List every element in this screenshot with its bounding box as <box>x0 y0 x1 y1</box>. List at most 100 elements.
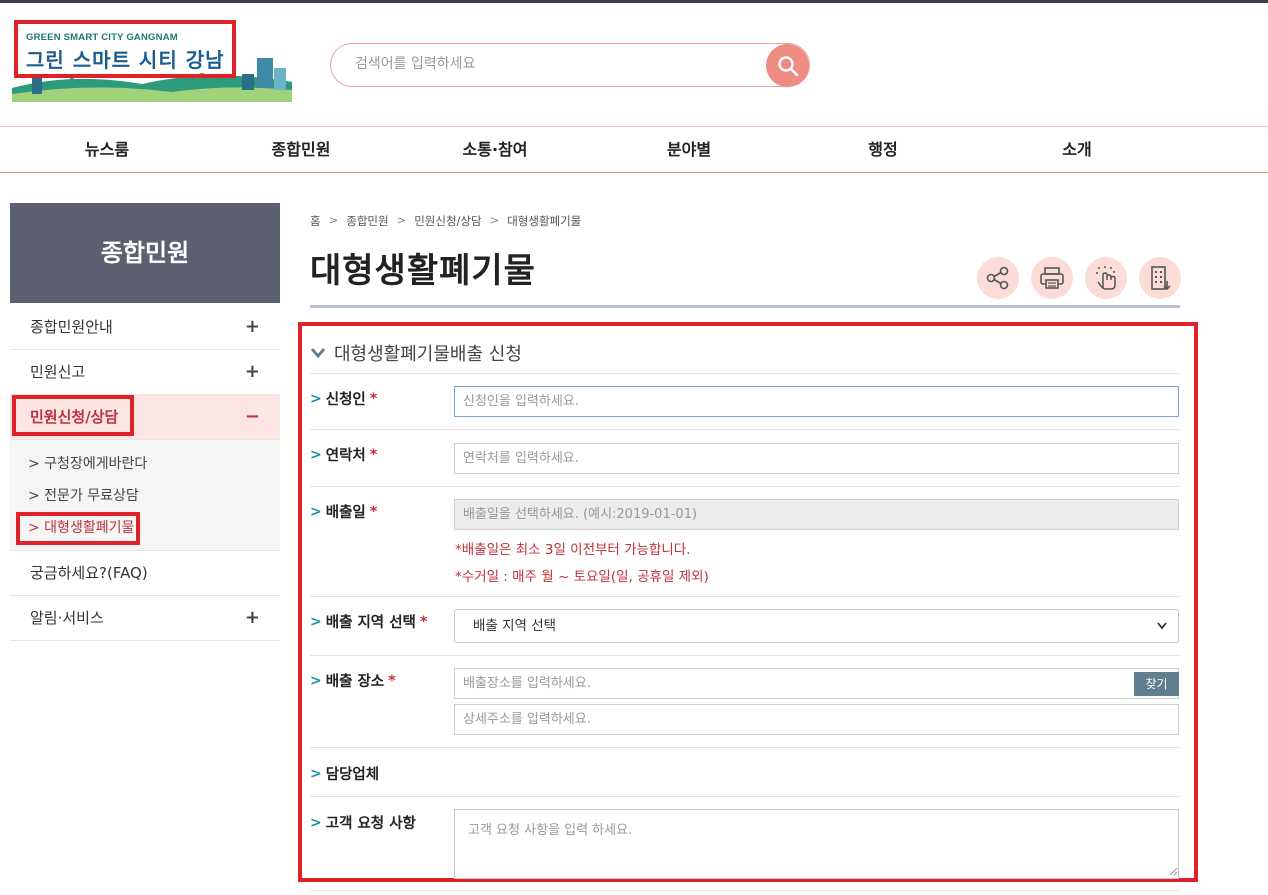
label-text: 신청인 <box>325 392 366 408</box>
sidebar-item-service[interactable]: 알림·서비스 + <box>10 596 280 641</box>
sidebar-item-label: 종합민원안내 <box>30 318 113 336</box>
collapse-icon[interactable]: − <box>245 395 260 439</box>
breadcrumb-civil[interactable]: 종합민원 <box>346 213 388 229</box>
sidebar-menu: 종합민원안내 + 민원신고 + 민원신청/상담 − > 구청장에게바란다 > 전… <box>10 305 280 641</box>
date-label: > 배출일 * <box>310 501 377 522</box>
expand-icon[interactable]: + <box>245 596 260 640</box>
region-select-value: 배출 지역 선택 <box>473 618 557 634</box>
company-label: > 담당업체 <box>310 763 379 784</box>
submenu-mayor[interactable]: > 구청장에게바란다 <box>10 448 280 480</box>
request-label: > 고객 요청 사항 <box>310 812 416 833</box>
contact-input[interactable] <box>454 443 1179 474</box>
region-label: > 배출 지역 선택 * <box>310 611 427 632</box>
arrow-icon: > <box>310 613 322 630</box>
divider <box>310 373 1180 374</box>
breadcrumb-current: 대형생활폐기물 <box>507 214 582 228</box>
label-text: 배출 지역 선택 <box>325 615 416 631</box>
divider <box>310 747 1180 748</box>
breadcrumb: 홈 > 종합민원 > 민원신청/상담 > 대형생활폐기물 <box>310 213 581 229</box>
place-label: > 배출 장소 * <box>310 670 396 691</box>
site-logo[interactable]: GREEN SMART CITY GANGNAM 그린 스마트 시티 강남 <box>12 18 292 102</box>
breadcrumb-separator: > <box>396 213 407 227</box>
label-text: 담당업체 <box>325 767 380 783</box>
required-mark: * <box>388 672 396 689</box>
divider <box>310 596 1180 597</box>
highlight-box <box>14 20 236 78</box>
detail-address-input[interactable] <box>454 704 1179 735</box>
nav-participation[interactable]: 소통·참여 <box>398 127 592 172</box>
search-input[interactable] <box>355 56 755 72</box>
sidebar-item-label: 알림·서비스 <box>30 609 104 627</box>
share-button[interactable] <box>977 257 1019 299</box>
arrow-icon: > <box>310 814 322 831</box>
building-button[interactable] <box>1139 257 1181 299</box>
label-text: 배출 장소 <box>325 674 385 690</box>
submenu-expert[interactable]: > 전문가 무료상담 <box>10 480 280 512</box>
sidebar-item-application[interactable]: 민원신청/상담 − <box>10 395 280 440</box>
print-button[interactable] <box>1031 257 1073 299</box>
required-mark: * <box>369 446 378 463</box>
divider <box>310 655 1180 656</box>
resize-handle-icon[interactable] <box>1168 866 1178 876</box>
required-mark: * <box>369 390 378 407</box>
place-input[interactable] <box>454 668 1179 699</box>
page-title: 대형생활폐기물 <box>310 251 536 291</box>
breadcrumb-separator: > <box>328 213 339 227</box>
date-input[interactable] <box>454 499 1179 530</box>
pickup-note: *수거일 : 매주 월 ~ 토요일(일, 공휴일 제외) <box>455 569 709 585</box>
nav-administration[interactable]: 행정 <box>786 127 980 172</box>
nav-about[interactable]: 소개 <box>980 127 1174 172</box>
sidebar-item-label: 민원신고 <box>30 363 86 381</box>
top-border <box>0 0 1268 3</box>
divider <box>310 429 1180 430</box>
arrow-icon: > <box>310 765 322 782</box>
title-divider <box>310 305 1180 308</box>
find-address-button[interactable]: 찾기 <box>1134 672 1179 696</box>
label-text: 연락처 <box>325 448 366 464</box>
arrow-icon: > <box>310 446 322 463</box>
nav-fields[interactable]: 분야별 <box>592 127 786 172</box>
label-text: 고객 요청 사항 <box>325 816 416 832</box>
arrow-icon: > <box>310 503 322 520</box>
chevron-down-icon <box>1156 610 1168 654</box>
breadcrumb-home[interactable]: 홈 <box>310 213 321 229</box>
sidebar-item-guide[interactable]: 종합민원안내 + <box>10 305 280 350</box>
contact-label: > 연락처 * <box>310 444 377 465</box>
search-icon <box>777 55 798 76</box>
arrow-icon: > <box>310 672 322 689</box>
expand-icon[interactable]: + <box>245 305 260 349</box>
nav-newsroom[interactable]: 뉴스룸 <box>10 127 204 172</box>
nav-civil-service[interactable]: 종합민원 <box>204 127 398 172</box>
sidebar-item-report[interactable]: 민원신고 + <box>10 350 280 395</box>
sidebar-submenu: > 구청장에게바란다 > 전문가 무료상담 > 대형생활폐기물 <box>10 440 280 551</box>
highlight-box <box>12 395 134 436</box>
date-note: *배출일은 최소 3일 이전부터 가능합니다. <box>455 542 691 558</box>
building-icon <box>1151 266 1171 291</box>
expand-icon[interactable]: + <box>245 350 260 394</box>
applicant-label: > 신청인 * <box>310 388 377 409</box>
touch-button[interactable] <box>1085 257 1127 299</box>
main-navigation: 뉴스룸 종합민원 소통·참여 분야별 행정 소개 <box>0 126 1268 173</box>
arrow-icon: > <box>310 390 322 407</box>
chevron-down-icon <box>310 348 326 359</box>
search-button[interactable] <box>766 44 809 87</box>
section-header[interactable]: 대형생활폐기물배출 신청 <box>310 340 522 366</box>
submenu-bulky-waste[interactable]: > 대형생활폐기물 <box>10 512 280 545</box>
sidebar-item-faq[interactable]: 궁금하세요?(FAQ) <box>10 551 280 596</box>
region-select[interactable]: 배출 지역 선택 <box>454 609 1179 643</box>
print-icon <box>1040 267 1064 289</box>
divider <box>310 890 1180 891</box>
required-mark: * <box>419 613 428 630</box>
breadcrumb-application[interactable]: 민원신청/상담 <box>414 213 481 229</box>
page-tools <box>977 257 1181 299</box>
share-icon <box>986 266 1009 290</box>
required-mark: * <box>369 503 378 520</box>
label-text: 배출일 <box>325 505 366 521</box>
breadcrumb-separator: > <box>489 213 500 227</box>
applicant-input[interactable] <box>454 386 1179 417</box>
divider <box>310 796 1180 797</box>
divider <box>310 486 1180 487</box>
section-title: 대형생활폐기물배출 신청 <box>334 344 522 365</box>
sidebar-item-label: 궁금하세요?(FAQ) <box>30 564 148 582</box>
request-textarea[interactable] <box>454 809 1179 879</box>
